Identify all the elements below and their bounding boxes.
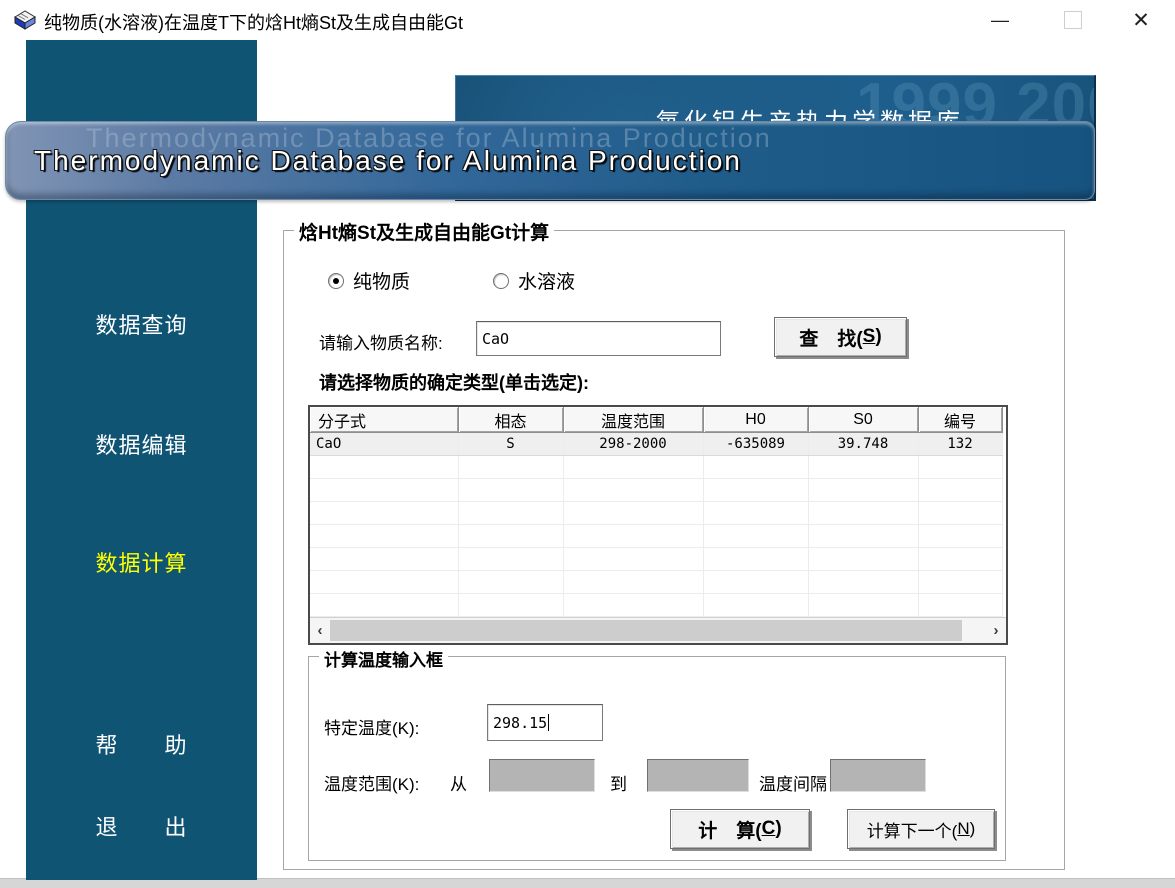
cell-h0: -635089	[703, 433, 808, 456]
calculate-button-mnemonic: C	[762, 818, 776, 840]
maximize-icon	[1064, 11, 1082, 29]
temp-range-label: 温度范围(K):	[324, 770, 419, 795]
substance-type-radios: 纯物质 水溶液	[328, 267, 645, 294]
radio-aqueous-icon	[493, 273, 509, 289]
calculate-next-label-end: )	[970, 819, 976, 839]
window-title: 纯物质(水溶液)在温度T下的焓Ht熵St及生成自由能Gt	[44, 9, 463, 35]
select-type-label: 请选择物质的确定类型(单击选定):	[319, 369, 589, 395]
radio-pure-substance[interactable]: 纯物质	[328, 267, 410, 294]
text-cursor	[548, 714, 549, 731]
temperature-groupbox: 计算温度输入框 特定温度(K): 298.15 温度范围(K): 从 到 温度间…	[308, 656, 1006, 861]
substance-name-label: 请输入物质名称:	[319, 329, 443, 354]
sidebar-item-exit[interactable]: 退 出	[26, 810, 257, 842]
cell-temp-range: 298-2000	[563, 433, 703, 456]
specific-temp-input[interactable]: 298.15	[487, 704, 603, 741]
table-row-cao[interactable]: CaO S 298-2000 -635089 39.748 132	[310, 433, 1002, 456]
title-bar: 纯物质(水溶液)在温度T下的焓Ht熵St及生成自由能Gt — ✕	[0, 0, 1175, 40]
calculate-button[interactable]: 计 算(C)	[670, 809, 810, 849]
table-row-empty	[310, 525, 1002, 548]
calculate-next-label: 计算下一个(	[867, 817, 958, 842]
radio-pure-icon	[328, 273, 344, 289]
search-button-mnemonic: S	[863, 326, 876, 348]
sidebar-item-data-edit[interactable]: 数据编辑	[26, 428, 257, 460]
temp-from-input	[489, 759, 595, 792]
maximize-button[interactable]	[1058, 6, 1088, 34]
search-button-label-end: )	[875, 326, 881, 348]
col-header-formula[interactable]: 分子式	[310, 407, 458, 433]
calculate-button-label-end: )	[775, 818, 781, 840]
table-row-empty	[310, 502, 1002, 525]
cell-phase: S	[458, 433, 563, 456]
col-header-s0[interactable]: S0	[808, 407, 918, 433]
radio-pure-label: 纯物质	[353, 267, 410, 294]
scroll-right-arrow-icon[interactable]: ›	[986, 618, 1006, 643]
search-button[interactable]: 查 找(S)	[774, 317, 907, 357]
radio-selected-dot	[333, 278, 339, 284]
table-row-empty	[310, 548, 1002, 571]
calc-groupbox-title: 焓Ht熵St及生成自由能Gt计算	[294, 218, 554, 245]
table-horizontal-scrollbar[interactable]: ‹ ›	[310, 617, 1006, 643]
table-row-empty	[310, 456, 1002, 479]
table-row-empty	[310, 479, 1002, 502]
app-book-icon	[13, 8, 37, 32]
calculate-next-button[interactable]: 计算下一个(N)	[847, 809, 995, 849]
calculate-button-label: 计 算(	[698, 816, 761, 843]
table-row-empty	[310, 571, 1002, 594]
from-label: 从	[450, 770, 467, 795]
temp-to-input	[647, 759, 749, 792]
calc-groupbox: 焓Ht熵St及生成自由能Gt计算 纯物质 水溶液 请输入物质名称: CaO 查 …	[283, 230, 1065, 870]
cell-id: 132	[918, 433, 1002, 456]
interval-label: 温度间隔	[759, 770, 827, 795]
table-header-row: 分子式 相态 温度范围 H0 S0 编号	[310, 407, 1002, 433]
to-label: 到	[610, 770, 627, 795]
scrollbar-thumb[interactable]	[330, 620, 962, 641]
temperature-groupbox-title: 计算温度输入框	[319, 646, 448, 671]
close-button[interactable]: ✕	[1126, 6, 1156, 34]
substance-name-value: CaO	[482, 330, 509, 348]
sidebar-item-data-calc[interactable]: 数据计算	[26, 546, 257, 578]
sidebar-item-help[interactable]: 帮 助	[26, 728, 257, 760]
substance-name-input[interactable]: CaO	[476, 321, 721, 356]
specific-temp-label: 特定温度(K):	[324, 714, 419, 739]
minimize-icon: —	[991, 10, 1009, 31]
scrollbar-track	[962, 618, 986, 643]
table-row-empty	[310, 594, 1002, 617]
cell-formula: CaO	[310, 433, 458, 456]
col-header-phase[interactable]: 相态	[458, 407, 563, 433]
app-window: { "window": { "title": "纯物质(水溶液)在温度T下的焓H…	[0, 0, 1175, 888]
search-button-label: 查 找(	[799, 324, 862, 351]
minimize-button[interactable]: —	[985, 6, 1015, 34]
cell-s0: 39.748	[808, 433, 918, 456]
radio-aqueous-solution[interactable]: 水溶液	[493, 267, 575, 294]
banner-ribbon: Thermodynamic Database for Alumina Produ…	[5, 121, 1095, 200]
banner-title-en: Thermodynamic Database for Alumina Produ…	[34, 145, 742, 177]
sidebar-item-data-query[interactable]: 数据查询	[26, 308, 257, 340]
col-header-h0[interactable]: H0	[703, 407, 808, 433]
calculate-next-mnemonic: N	[957, 819, 969, 839]
col-header-temp-range[interactable]: 温度范围	[563, 407, 703, 433]
temp-interval-input	[830, 759, 926, 792]
col-header-id[interactable]: 编号	[918, 407, 1002, 433]
radio-aqueous-label: 水溶液	[518, 267, 575, 294]
specific-temp-value: 298.15	[493, 714, 547, 732]
scroll-left-arrow-icon[interactable]: ‹	[310, 618, 330, 643]
substance-table: 分子式 相态 温度范围 H0 S0 编号 CaO S 298-2000 -635…	[308, 405, 1008, 645]
close-icon: ✕	[1132, 8, 1150, 33]
